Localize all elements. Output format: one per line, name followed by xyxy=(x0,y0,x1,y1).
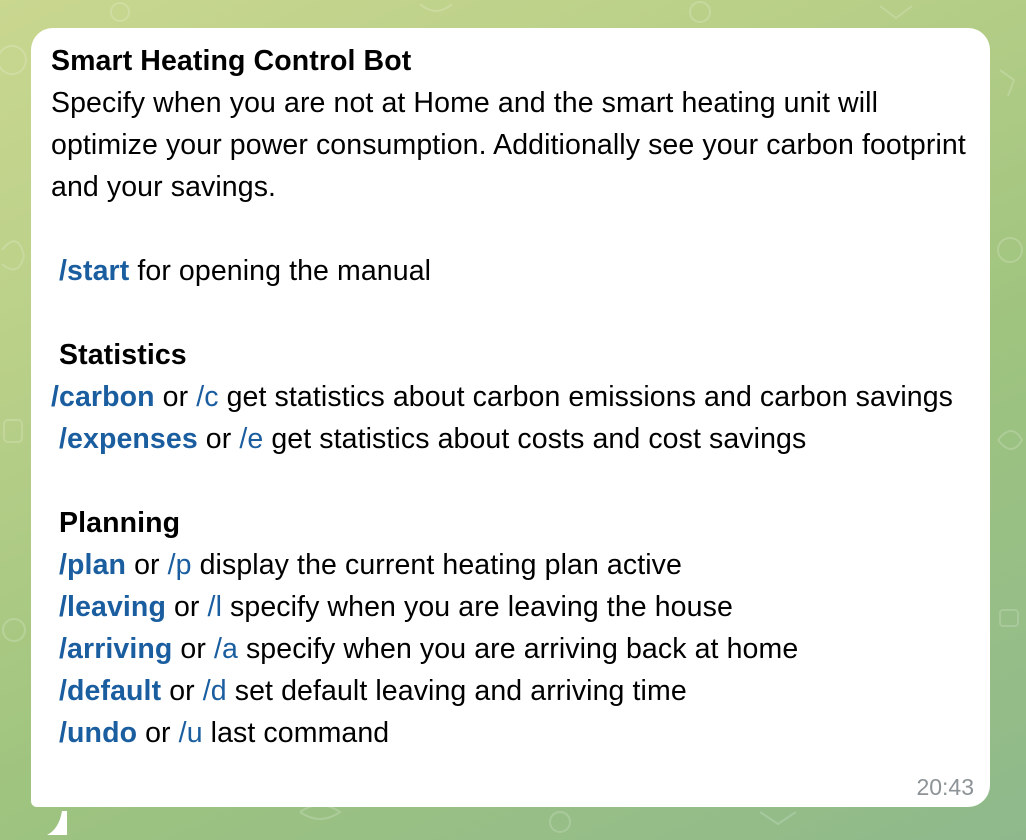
command-description: specify when you are leaving the house xyxy=(222,591,733,623)
section-heading-planning: Planning xyxy=(59,507,181,539)
command-c-link[interactable]: /c xyxy=(196,381,218,413)
section-heading-statistics: Statistics xyxy=(59,339,187,371)
command-undo-link[interactable]: /undo xyxy=(59,717,137,749)
message-timestamp: 20:43 xyxy=(916,774,974,800)
command-description: display the current heating plan active xyxy=(191,549,682,581)
message-intro: Specify when you are not at Home and the… xyxy=(51,87,966,203)
command-line-default: /default or /d set default leaving and a… xyxy=(51,670,971,712)
command-description: set default leaving and arriving time xyxy=(226,675,687,707)
message-bubble: Smart Heating Control Bot Specify when y… xyxy=(31,28,990,835)
command-carbon-link[interactable]: /carbon xyxy=(51,381,155,413)
command-expenses-link[interactable]: /expenses xyxy=(59,423,198,455)
command-a-link[interactable]: /a xyxy=(214,633,238,665)
command-line-plan: /plan or /p display the current heating … xyxy=(51,544,971,586)
command-e-link[interactable]: /e xyxy=(239,423,263,455)
command-description: last command xyxy=(202,717,390,749)
command-or: or xyxy=(197,423,240,455)
command-arriving-link[interactable]: /arriving xyxy=(59,633,172,665)
start-line: /start for opening the manual xyxy=(51,250,971,292)
command-or: or xyxy=(172,633,214,665)
command-start-link[interactable]: /start xyxy=(59,255,129,287)
command-d-link[interactable]: /d xyxy=(203,675,227,707)
command-line-arriving: /arriving or /a specify when you are arr… xyxy=(51,628,971,670)
message-title: Smart Heating Control Bot xyxy=(51,45,412,77)
command-or: or xyxy=(165,591,208,623)
command-plan-link[interactable]: /plan xyxy=(59,549,126,581)
command-p-link[interactable]: /p xyxy=(168,549,192,581)
command-description: get statistics about carbon emissions an… xyxy=(218,381,954,413)
command-line-undo: /undo or /u last command xyxy=(51,712,971,754)
command-description: specify when you are arriving back at ho… xyxy=(237,633,799,665)
command-u-link[interactable]: /u xyxy=(179,717,203,749)
command-description: get statistics about costs and cost savi… xyxy=(263,423,807,455)
command-or: or xyxy=(126,549,168,581)
command-or: or xyxy=(154,381,197,413)
command-l-link[interactable]: /l xyxy=(208,591,222,623)
command-leaving-link[interactable]: /leaving xyxy=(59,591,166,623)
command-description: for opening the manual xyxy=(129,255,432,287)
command-line-expenses: /expenses or /e get statistics about cos… xyxy=(51,418,971,460)
command-line-leaving: /leaving or /l specify when you are leav… xyxy=(51,586,971,628)
command-or: or xyxy=(161,675,203,707)
bubble-tail xyxy=(47,811,67,835)
message-text: Smart Heating Control Bot Specify when y… xyxy=(51,40,971,754)
command-or: or xyxy=(137,717,179,749)
command-default-link[interactable]: /default xyxy=(59,675,161,707)
command-line-carbon: /carbon or /c get statistics about carbo… xyxy=(51,376,971,418)
